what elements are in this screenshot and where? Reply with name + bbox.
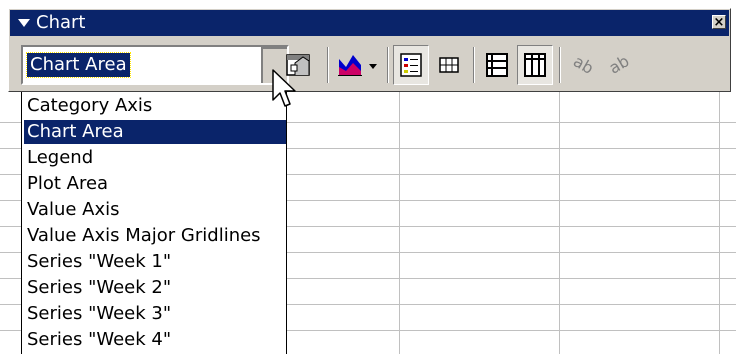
toolbar-options-arrow-icon[interactable] bbox=[18, 19, 30, 27]
toolbar-title: Chart bbox=[36, 12, 86, 33]
list-item-series-week-4[interactable]: Series "Week 4" bbox=[24, 328, 286, 352]
list-item-value-axis-major-gridlines[interactable]: Value Axis Major Gridlines bbox=[24, 224, 286, 248]
by-column-button[interactable] bbox=[517, 45, 553, 85]
chart-type-button[interactable] bbox=[333, 45, 381, 85]
angle-text-downward-button[interactable]: ab bbox=[565, 45, 601, 85]
list-item-series-week-3[interactable]: Series "Week 3" bbox=[24, 302, 286, 326]
list-item-series-week-2[interactable]: Series "Week 2" bbox=[24, 276, 286, 300]
list-item-series-week-1[interactable]: Series "Week 1" bbox=[24, 250, 286, 274]
list-item-category-axis[interactable]: Category Axis bbox=[24, 94, 286, 118]
chart-toolbar: Chart × Chart Area ab ab bbox=[8, 8, 731, 92]
close-button[interactable]: × bbox=[712, 15, 726, 30]
data-table-button[interactable] bbox=[431, 45, 467, 85]
toolbar-separator bbox=[327, 47, 329, 83]
toolbar-separator bbox=[559, 47, 561, 83]
legend-icon bbox=[400, 53, 422, 77]
svg-text:ab: ab bbox=[606, 51, 633, 77]
by-column-icon bbox=[524, 53, 546, 77]
by-row-icon bbox=[486, 53, 508, 77]
legend-button[interactable] bbox=[393, 45, 429, 85]
data-table-icon bbox=[439, 57, 459, 73]
list-item-legend[interactable]: Legend bbox=[24, 146, 286, 170]
toolbar-separator bbox=[387, 47, 389, 83]
toolbar-title-bar[interactable]: Chart × bbox=[10, 10, 729, 36]
angle-text-upward-button[interactable]: ab bbox=[601, 45, 637, 85]
chart-objects-value[interactable]: Chart Area bbox=[26, 52, 131, 78]
angle-up-icon: ab bbox=[606, 51, 633, 77]
list-item-plot-area[interactable]: Plot Area bbox=[24, 172, 286, 196]
chart-objects-list[interactable]: Category Axis Chart Area Legend Plot Are… bbox=[21, 92, 287, 354]
chart-objects-combo[interactable]: Chart Area bbox=[21, 45, 289, 85]
list-item-value-axis[interactable]: Value Axis bbox=[24, 198, 286, 222]
svg-text:ab: ab bbox=[570, 51, 597, 77]
mouse-cursor-icon bbox=[272, 69, 296, 107]
toolbar-separator bbox=[473, 47, 475, 83]
by-row-button[interactable] bbox=[479, 45, 515, 85]
list-item-chart-area[interactable]: Chart Area bbox=[24, 120, 286, 144]
chart-type-icon bbox=[338, 55, 377, 76]
angle-down-icon: ab bbox=[570, 51, 597, 77]
